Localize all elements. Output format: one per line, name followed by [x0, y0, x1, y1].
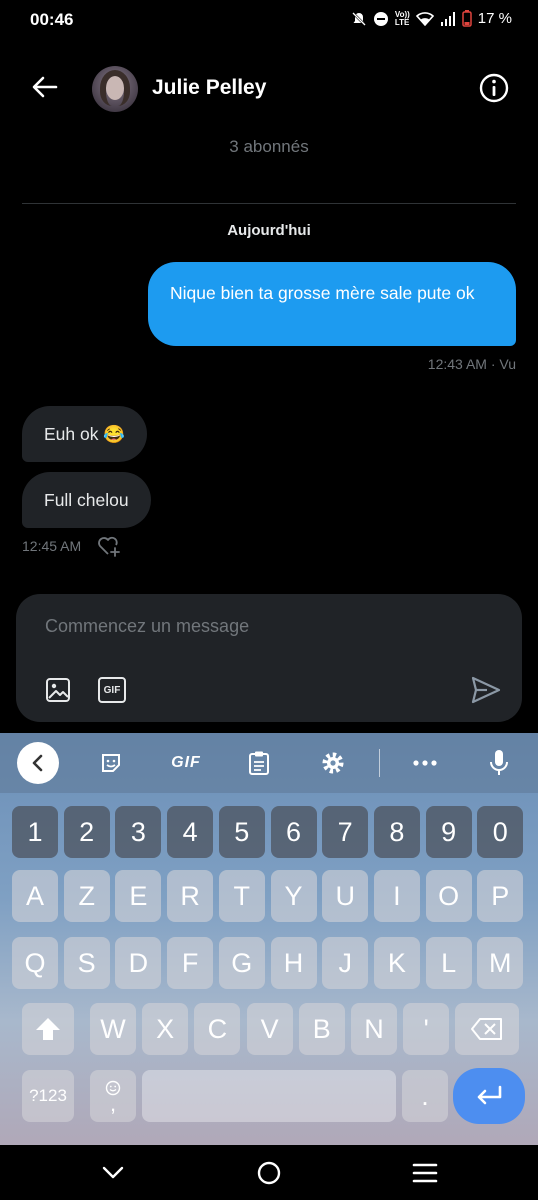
key-j[interactable]: J	[322, 937, 369, 989]
status-bar: 00:46 Vo)) LTE 17 %	[0, 0, 538, 40]
chevron-left-icon[interactable]	[17, 742, 59, 784]
key-g[interactable]: G	[218, 937, 265, 989]
message-text: Euh ok 😂	[44, 424, 126, 444]
key-d[interactable]: D	[115, 937, 162, 989]
image-icon[interactable]	[44, 676, 72, 704]
bell-off-icon	[351, 11, 366, 26]
nav-back-icon[interactable]	[98, 1158, 128, 1188]
backspace-key[interactable]	[455, 1003, 519, 1055]
shift-icon	[36, 1018, 60, 1040]
message-meta: 12:43 AM · Vu	[427, 356, 516, 372]
incoming-message[interactable]: Euh ok 😂	[22, 406, 148, 462]
send-icon[interactable]	[470, 674, 502, 706]
clipboard-icon[interactable]	[244, 749, 274, 777]
nav-recents-icon[interactable]	[410, 1158, 440, 1188]
incoming-message[interactable]: Full chelou	[22, 472, 151, 528]
date-separator: Aujourd'hui	[227, 222, 311, 239]
message-text: Full chelou	[44, 490, 129, 510]
key-o[interactable]: O	[425, 870, 472, 922]
status-icons: Vo)) LTE 17 %	[351, 10, 512, 27]
key-h[interactable]: H	[270, 937, 317, 989]
key-1[interactable]: 1	[12, 806, 58, 858]
key-apostrophe[interactable]: '	[403, 1003, 450, 1055]
heart-plus-icon[interactable]	[96, 534, 122, 558]
key-b[interactable]: B	[298, 1003, 345, 1055]
key-v[interactable]: V	[246, 1003, 293, 1055]
symbols-key[interactable]: ?123	[22, 1070, 74, 1122]
mic-icon[interactable]	[484, 749, 514, 777]
status-time: 00:46	[30, 10, 74, 29]
key-u[interactable]: U	[322, 870, 369, 922]
message-composer	[16, 594, 522, 722]
wifi-icon	[415, 11, 434, 26]
key-p[interactable]: P	[477, 870, 524, 922]
gif-label: GIF	[103, 684, 121, 696]
more-icon[interactable]	[410, 749, 440, 777]
gif-icon[interactable]: GIF	[98, 677, 126, 703]
key-t[interactable]: T	[218, 870, 265, 922]
backspace-icon	[471, 1018, 502, 1040]
toolbar-divider	[379, 749, 380, 777]
sticker-icon[interactable]	[96, 749, 126, 777]
key-s[interactable]: S	[63, 937, 110, 989]
battery-percent: 17 %	[477, 10, 512, 27]
shift-key[interactable]	[22, 1003, 74, 1055]
emoji-comma-key[interactable]: ,	[90, 1070, 136, 1122]
outgoing-message[interactable]: Nique bien ta grosse mère sale pute ok	[148, 262, 516, 346]
contact-name[interactable]: Julie Pelley	[152, 76, 266, 100]
key-i[interactable]: I	[373, 870, 420, 922]
signal-icon	[440, 11, 455, 26]
key-k[interactable]: K	[373, 937, 420, 989]
volte-icon: Vo)) LTE	[394, 9, 410, 27]
info-icon[interactable]	[478, 72, 510, 104]
key-0[interactable]: 0	[477, 806, 524, 858]
key-x[interactable]: X	[142, 1003, 189, 1055]
key-q[interactable]: Q	[12, 937, 58, 989]
key-9[interactable]: 9	[425, 806, 472, 858]
keyboard-gif-button[interactable]: GIF	[166, 749, 206, 777]
key-4[interactable]: 4	[167, 806, 214, 858]
dnd-icon	[373, 11, 388, 26]
key-w[interactable]: W	[90, 1003, 136, 1055]
nav-home-icon[interactable]	[254, 1158, 284, 1188]
message-input[interactable]: Commencez un message	[45, 616, 249, 637]
divider	[22, 203, 516, 204]
key-e[interactable]: E	[115, 870, 162, 922]
key-l[interactable]: L	[425, 937, 472, 989]
message-text: Nique bien ta grosse mère sale pute ok	[170, 283, 475, 303]
enter-key[interactable]	[453, 1068, 525, 1124]
key-y[interactable]: Y	[270, 870, 317, 922]
key-n[interactable]: N	[351, 1003, 397, 1055]
key-f[interactable]: F	[167, 937, 214, 989]
key-r[interactable]: R	[167, 870, 214, 922]
key-8[interactable]: 8	[373, 806, 420, 858]
key-3[interactable]: 3	[115, 806, 162, 858]
key-z[interactable]: Z	[63, 870, 110, 922]
key-6[interactable]: 6	[270, 806, 317, 858]
period-key[interactable]: .	[402, 1070, 448, 1122]
key-c[interactable]: C	[194, 1003, 241, 1055]
comma-label: ,	[109, 1091, 117, 1116]
gear-icon[interactable]	[318, 749, 348, 777]
key-a[interactable]: A	[12, 870, 58, 922]
battery-icon	[462, 10, 472, 27]
space-bar[interactable]	[142, 1070, 396, 1122]
back-arrow-icon[interactable]	[28, 70, 62, 104]
key-2[interactable]: 2	[63, 806, 110, 858]
message-meta: 12:45 AM	[22, 538, 82, 554]
key-m[interactable]: M	[477, 937, 524, 989]
enter-icon	[477, 1085, 502, 1105]
followers-count: 3 abonnés	[229, 137, 309, 156]
key-7[interactable]: 7	[322, 806, 369, 858]
avatar[interactable]	[92, 66, 138, 112]
key-5[interactable]: 5	[218, 806, 265, 858]
